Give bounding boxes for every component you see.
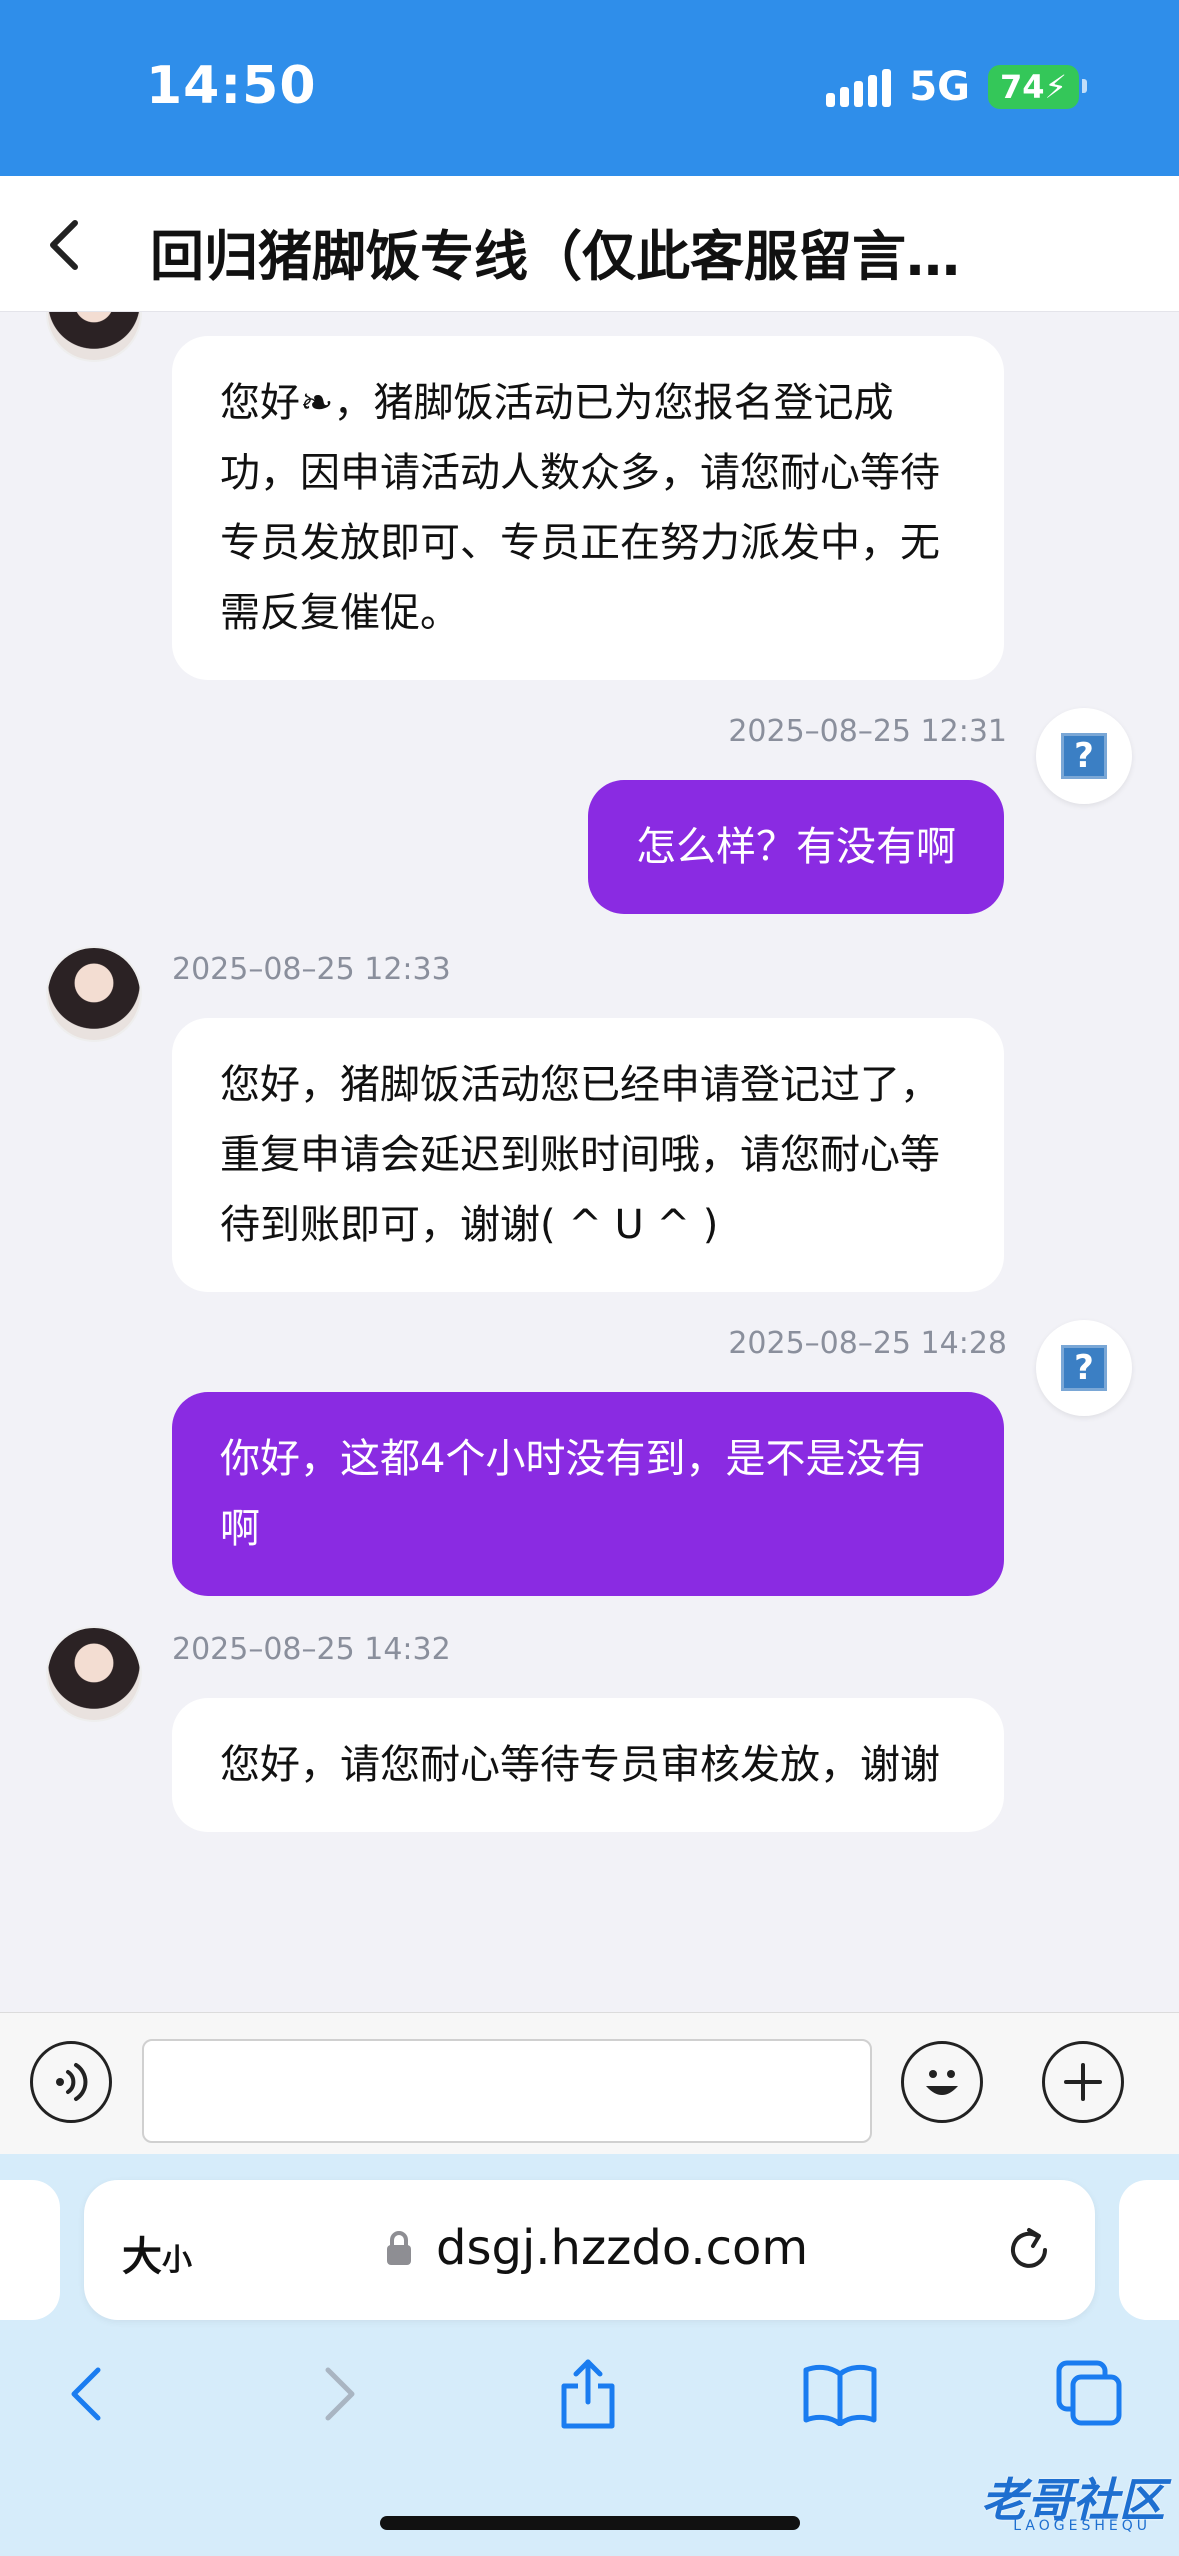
share-icon	[561, 2359, 615, 2429]
incoming-message: 您好❧，猪脚饭活动已为您报名登记成功，因申请活动人数众多，请您耐心等待专员发放即…	[172, 336, 1004, 680]
message-input[interactable]	[142, 2039, 872, 2143]
text-size-small: 小	[162, 2243, 192, 2278]
text-size-button[interactable]: 大小	[122, 2224, 192, 2282]
bookmarks-button[interactable]	[790, 2344, 890, 2444]
question-mark-icon: ?	[1061, 1345, 1107, 1391]
tabs-button[interactable]	[1040, 2344, 1140, 2444]
browser-nav-bar	[0, 2344, 1179, 2464]
next-tab-preview[interactable]	[1119, 2180, 1179, 2320]
battery-level: 74	[1000, 68, 1045, 106]
message-timestamp: 2025–08–25 14:32	[172, 1632, 451, 1667]
message-timestamp: 2025–08–25 14:28	[728, 1326, 1007, 1361]
emoji-button[interactable]	[901, 2041, 983, 2123]
chevron-left-icon	[71, 2367, 101, 2421]
page-title: 回归猪脚饭专线（仅此客服留言…	[150, 225, 960, 288]
plus-icon	[1064, 2063, 1102, 2101]
reload-icon[interactable]	[999, 2220, 1059, 2280]
browser-forward-button[interactable]	[290, 2344, 390, 2444]
charging-icon: ⚡	[1044, 68, 1067, 106]
chat-header: 回归猪脚饭专线（仅此客服留言…	[0, 176, 1179, 312]
incoming-message: 您好，请您耐心等待专员审核发放，谢谢	[172, 1698, 1004, 1832]
outgoing-message: 你好，这都4个小时没有到，是不是没有啊	[172, 1392, 1004, 1596]
watermark-subtitle: LAOGESHEQU	[1013, 2518, 1151, 2534]
status-bar: 14:50 5G 74⚡	[0, 0, 1179, 176]
back-button[interactable]	[30, 210, 100, 280]
address-bar[interactable]: 大小 dsgj.hzzdo.com	[84, 2180, 1095, 2320]
browser-toolbar: 大小 dsgj.hzzdo.com 老哥社区 LAOGESHEQU	[0, 2154, 1179, 2556]
signal-icon	[826, 67, 892, 107]
chevron-left-icon	[50, 220, 78, 270]
book-icon	[803, 2364, 877, 2426]
add-attachment-button[interactable]	[1042, 2041, 1124, 2123]
network-type: 5G	[909, 64, 970, 110]
voice-icon	[56, 2063, 88, 2101]
message-timestamp: 2025–08–25 12:31	[728, 714, 1007, 749]
battery-indicator: 74⚡	[988, 65, 1087, 109]
message-input-bar	[0, 2012, 1179, 2154]
url-text: dsgj.hzzdo.com	[436, 2220, 809, 2276]
text-size-large: 大	[122, 2234, 162, 2280]
agent-avatar	[46, 312, 142, 362]
agent-avatar	[46, 1626, 142, 1722]
status-indicators: 5G 74⚡	[826, 64, 1087, 110]
voice-button[interactable]	[30, 2041, 112, 2123]
chevron-right-icon	[325, 2367, 355, 2421]
share-button[interactable]	[538, 2344, 638, 2444]
agent-avatar	[46, 946, 142, 1042]
tabs-icon	[1056, 2360, 1122, 2426]
smiley-icon	[926, 2070, 958, 2095]
outgoing-message: 怎么样？有没有啊	[588, 780, 1004, 914]
previous-tab-preview[interactable]	[0, 2180, 60, 2320]
incoming-message: 您好，猪脚饭活动您已经申请登记过了，重复申请会延迟到账时间哦，请您耐心等待到账即…	[172, 1018, 1004, 1292]
browser-back-button[interactable]	[36, 2344, 136, 2444]
question-mark-icon: ?	[1061, 733, 1107, 779]
lock-icon	[387, 2231, 411, 2265]
user-avatar: ?	[1036, 708, 1132, 804]
chat-messages[interactable]: 您好❧，猪脚饭活动已为您报名登记成功，因申请活动人数众多，请您耐心等待专员发放即…	[0, 312, 1179, 2012]
message-timestamp: 2025–08–25 12:33	[172, 952, 451, 987]
home-indicator[interactable]	[380, 2516, 800, 2530]
user-avatar: ?	[1036, 1320, 1132, 1416]
status-time: 14:50	[146, 56, 317, 116]
